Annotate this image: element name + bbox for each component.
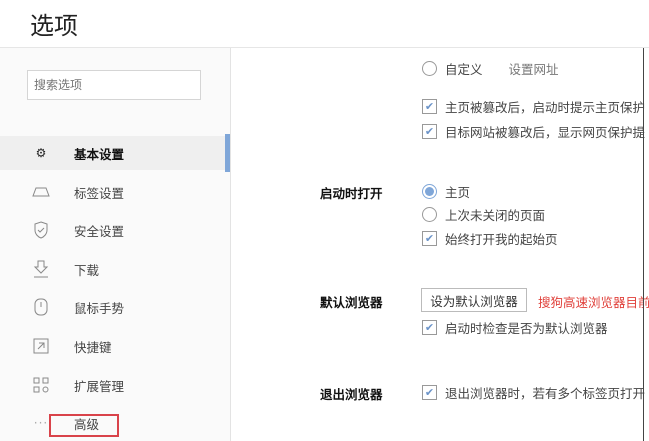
shield-check-icon bbox=[32, 221, 50, 239]
sidebar-item-label: 基本设置 bbox=[74, 146, 125, 162]
checkbox[interactable]: ✔ bbox=[422, 320, 437, 335]
site-protect-checkbox[interactable]: ✔ 目标网站被篡改后，显示网页保护提 bbox=[422, 122, 645, 141]
startup-always-checkbox[interactable]: ✔ 始终打开我的起始页 bbox=[422, 229, 558, 248]
sidebar-item-label: 下载 bbox=[74, 262, 100, 278]
checkbox[interactable]: ✔ bbox=[422, 231, 437, 246]
highlight-box bbox=[49, 414, 119, 437]
sidebar-item-label: 扩展管理 bbox=[74, 378, 125, 394]
checkbox[interactable]: ✔ bbox=[422, 124, 437, 139]
shortcut-icon bbox=[32, 337, 50, 355]
set-url-link[interactable]: 设置网址 bbox=[509, 59, 559, 78]
check-default-checkbox[interactable]: ✔ 启动时检查是否为默认浏览器 bbox=[422, 318, 608, 337]
option-label: 自定义 bbox=[445, 62, 483, 77]
option-label: 退出浏览器时，若有多个标签页打开 bbox=[445, 386, 646, 401]
sidebar-item-download[interactable]: 下载 bbox=[0, 252, 225, 286]
sidebar: ⚙基本设置 标签设置 安全设置 下载 鼠标手势 快捷键 扩展管理 ···高级 bbox=[0, 48, 231, 441]
section-label-exit: 退出浏览器 bbox=[320, 387, 383, 402]
sidebar-item-label: 安全设置 bbox=[74, 223, 125, 239]
sidebar-item-extensions[interactable]: 扩展管理 bbox=[0, 368, 225, 402]
extensions-icon bbox=[32, 376, 50, 394]
sidebar-item-shortcuts[interactable]: 快捷键 bbox=[0, 329, 225, 363]
more-icon: ··· bbox=[33, 416, 49, 430]
option-label: 主页被篡改后，启动时提示主页保护 bbox=[445, 100, 646, 115]
option-label: 始终打开我的起始页 bbox=[445, 232, 558, 247]
option-label: 主页 bbox=[445, 185, 471, 200]
startup-home-radio[interactable]: 主页 bbox=[422, 182, 470, 201]
page-title: 选项 bbox=[30, 12, 78, 40]
sidebar-item-tabs[interactable]: 标签设置 bbox=[0, 175, 225, 209]
radio[interactable] bbox=[422, 61, 437, 76]
sidebar-item-security[interactable]: 安全设置 bbox=[0, 213, 225, 247]
sidebar-item-label: 快捷键 bbox=[74, 339, 112, 355]
sidebar-item-mouse-gestures[interactable]: 鼠标手势 bbox=[0, 290, 225, 324]
download-icon bbox=[32, 260, 50, 278]
mouse-icon bbox=[32, 298, 50, 316]
checkbox[interactable]: ✔ bbox=[422, 385, 437, 400]
settings-content: 自定义 设置网址 ✔ 主页被篡改后，启动时提示主页保护 ✔ 目标网站被篡改后，显示网页… bbox=[232, 48, 649, 441]
window-edge bbox=[643, 48, 644, 441]
gear-icon: ⚙ bbox=[35, 146, 47, 160]
default-browser-warning: 搜狗高速浏览器目前 bbox=[538, 295, 649, 310]
header: 选项 bbox=[0, 0, 649, 48]
section-label-startup: 启动时打开 bbox=[320, 186, 383, 201]
sidebar-item-label: 鼠标手势 bbox=[74, 300, 125, 316]
scrollbar[interactable] bbox=[225, 134, 230, 172]
startup-last-radio[interactable]: 上次未关闭的页面 bbox=[422, 205, 545, 224]
set-default-browser-button[interactable]: 设为默认浏览器 bbox=[421, 288, 527, 312]
option-label: 启动时检查是否为默认浏览器 bbox=[445, 321, 608, 336]
option-label: 目标网站被篡改后，显示网页保护提 bbox=[445, 125, 646, 140]
homepage-protect-checkbox[interactable]: ✔ 主页被篡改后，启动时提示主页保护 bbox=[422, 97, 645, 116]
checkbox[interactable]: ✔ bbox=[422, 99, 437, 114]
search-input[interactable] bbox=[27, 70, 201, 100]
radio[interactable] bbox=[422, 207, 437, 222]
option-label: 上次未关闭的页面 bbox=[445, 208, 546, 223]
sidebar-item-label: 标签设置 bbox=[74, 185, 125, 201]
exit-warn-checkbox[interactable]: ✔ 退出浏览器时，若有多个标签页打开 bbox=[422, 383, 645, 402]
radio[interactable] bbox=[422, 184, 437, 199]
homepage-custom-radio[interactable]: 自定义 设置网址 bbox=[422, 59, 559, 78]
tab-icon bbox=[32, 183, 50, 201]
sidebar-item-basic[interactable]: ⚙ 基本设置 bbox=[0, 136, 225, 170]
section-label-default-browser: 默认浏览器 bbox=[320, 295, 383, 310]
